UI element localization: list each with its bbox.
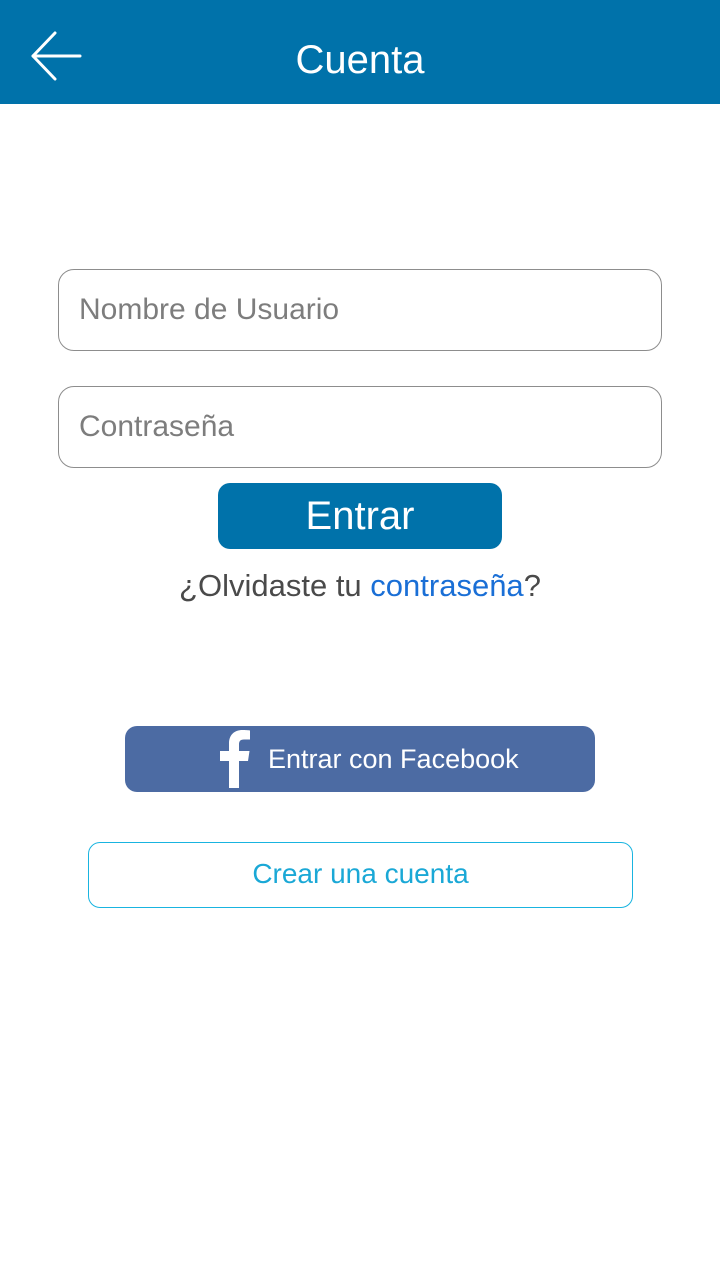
arrow-left-icon [31,31,82,81]
password-input[interactable] [58,386,662,468]
login-screen: Cuenta Entrar ¿Olvidaste tu contraseña? … [0,0,720,1280]
facebook-icon [220,730,250,788]
forgot-password-text: ¿Olvidaste tu contraseña? [0,562,720,610]
forgot-prefix: ¿Olvidaste tu [179,568,371,603]
create-account-button[interactable]: Crear una cuenta [88,842,633,908]
forgot-suffix: ? [523,568,541,603]
app-bar [0,0,720,104]
facebook-login-label: Entrar con Facebook [268,744,519,774]
back-button[interactable] [24,24,88,88]
login-button[interactable]: Entrar [218,483,502,549]
forgot-password-link[interactable]: contraseña [370,568,523,603]
username-input[interactable] [58,269,662,351]
